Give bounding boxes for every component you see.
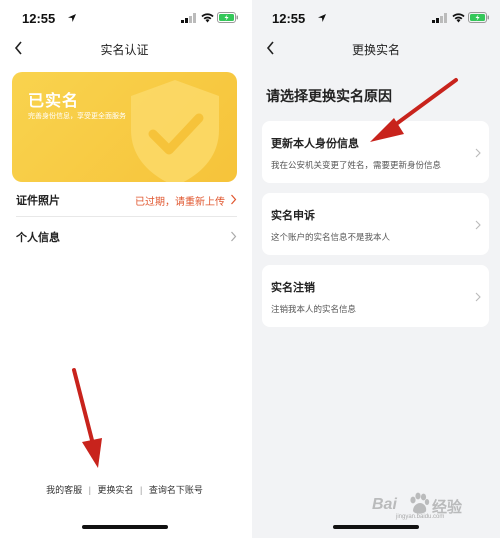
option-title: 实名申诉 <box>271 210 315 222</box>
wifi-icon <box>201 13 214 23</box>
id-photo-row[interactable]: 证件照片 已过期，请重新上传 <box>16 186 237 214</box>
page-title: 实名认证 <box>100 43 149 57</box>
change-real-name-link[interactable]: 更换实名 <box>97 483 133 496</box>
wifi-icon <box>452 13 465 23</box>
status-bar: 12:55 <box>252 0 500 34</box>
chevron-right-icon <box>231 231 237 242</box>
option-title: 更新本人身份信息 <box>271 138 359 150</box>
verified-status-card: 已实名 完善身份信息，享受更全面服务 <box>12 72 237 182</box>
annotation-arrow <box>72 368 102 468</box>
home-indicator[interactable] <box>81 525 168 529</box>
chevron-right-icon <box>475 292 481 302</box>
battery-charging-icon <box>217 12 238 23</box>
baidu-jingyan-watermark: Bai 经验 jingyan.baidu.com <box>372 492 490 522</box>
my-customer-service-link[interactable]: 我的客服 <box>46 483 82 496</box>
option-cancel-verification[interactable]: 实名注销 注销我本人的实名信息 <box>262 265 489 327</box>
chevron-right-icon <box>475 148 481 158</box>
cellular-signal-icon <box>181 13 196 23</box>
option-appeal[interactable]: 实名申诉 这个账户的实名信息不是我本人 <box>262 193 489 255</box>
status-time: 12:55 <box>272 11 306 26</box>
home-indicator[interactable] <box>333 525 419 529</box>
option-update-identity[interactable]: 更新本人身份信息 我在公安机关变更了姓名，需要更新身份信息 <box>262 121 489 183</box>
option-description: 注销我本人的实名信息 <box>271 304 357 314</box>
status-time: 12:55 <box>22 11 56 26</box>
option-description: 这个账户的实名信息不是我本人 <box>271 232 391 242</box>
paw-logo-icon <box>410 492 430 514</box>
link-separator: | <box>88 485 91 495</box>
location-arrow-icon <box>318 14 326 22</box>
option-description: 我在公安机关变更了姓名，需要更新身份信息 <box>271 160 442 170</box>
shield-check-icon <box>131 80 219 182</box>
location-arrow-icon <box>68 14 76 22</box>
link-separator: | <box>140 485 143 495</box>
personal-info-row[interactable]: 个人信息 <box>16 223 237 251</box>
chevron-right-icon <box>475 220 481 230</box>
verified-title: 已实名 <box>28 93 80 110</box>
personal-info-label: 个人信息 <box>16 232 60 244</box>
chevron-right-icon <box>231 194 237 205</box>
battery-charging-icon <box>468 12 489 23</box>
nav-bar: 实名认证 <box>0 34 249 64</box>
query-accounts-link[interactable]: 查询名下账号 <box>149 483 203 496</box>
watermark-url: jingyan.baidu.com <box>396 514 445 520</box>
option-title: 实名注销 <box>271 282 315 294</box>
right-screen: 12:55 更换实名 请选择更换实名原因 更新本人身份信息 我在公安机关变更了姓… <box>252 0 500 538</box>
status-bar: 12:55 <box>0 0 249 34</box>
verified-subtitle: 完善身份信息，享受更全面服务 <box>28 113 126 120</box>
page-title: 更换实名 <box>351 43 400 57</box>
id-photo-expired-status: 已过期，请重新上传 <box>135 197 225 208</box>
cellular-signal-icon <box>432 13 447 23</box>
reason-heading: 请选择更换实名原因 <box>266 88 392 104</box>
footer-links: 我的客服 | 更换实名 | 查询名下账号 <box>0 483 249 496</box>
left-screen: 12:55 实名认证 已实名 完善身份信息，享受更全面服务 证件照片 已过期，请… <box>0 0 249 538</box>
id-photo-label: 证件照片 <box>16 195 60 207</box>
divider <box>16 216 237 217</box>
nav-bar: 更换实名 <box>252 34 500 64</box>
watermark-brand: Bai <box>372 496 397 513</box>
